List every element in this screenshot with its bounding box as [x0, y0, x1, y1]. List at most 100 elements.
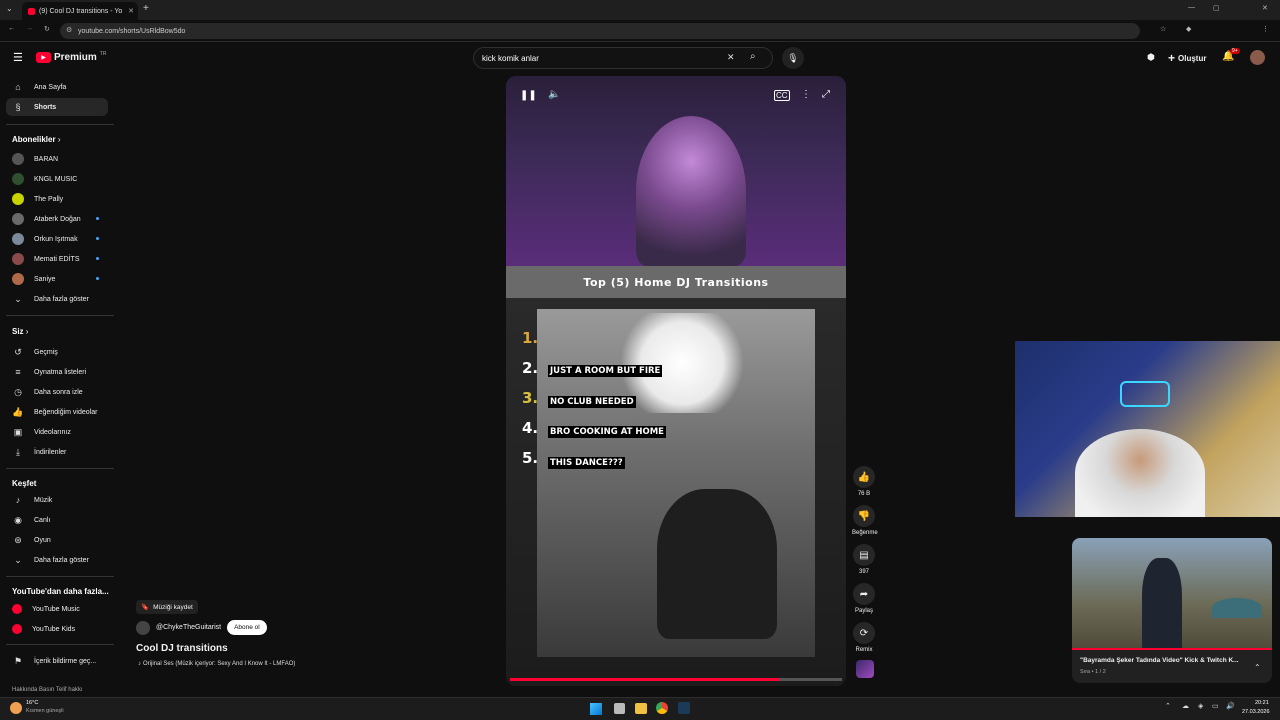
create-icon-left[interactable]: ⬢	[1147, 52, 1155, 63]
sidebar-item-subscription[interactable]: Orkun Işıtmak	[6, 230, 108, 248]
sidebar-item-subscription[interactable]: KNGL MUSIC	[6, 170, 108, 188]
network-icon[interactable]: ▭	[1212, 702, 1219, 710]
rank-caption: NO CLUB NEEDED	[548, 396, 636, 408]
tray-chevron-icon[interactable]: ⌃	[1165, 702, 1171, 710]
fullscreen-icon[interactable]: ⤢	[822, 89, 830, 100]
search-icon[interactable]: ⌕	[750, 51, 756, 62]
maximize-icon[interactable]: ▢	[1213, 4, 1220, 12]
bookmark-star-icon[interactable]: ☆	[1160, 25, 1166, 33]
mini-title[interactable]: "Bayramda Şeker Tadında Video" Kick & Tw…	[1080, 657, 1256, 664]
sidebar-show-more[interactable]: ⌄ Daha fazla göster	[6, 551, 108, 569]
clear-search-icon[interactable]: ✕	[727, 52, 735, 63]
cloud-icon[interactable]: ☁	[1182, 702, 1189, 710]
sidebar-item-label: Saniye	[34, 275, 56, 283]
browser-tab[interactable]: (9) Cool DJ transitions - Yo ✕	[22, 2, 138, 20]
mini-player[interactable]: "Bayramda Şeker Tadında Video" Kick & Tw…	[1072, 538, 1272, 683]
more-options-icon[interactable]: ⋮	[801, 89, 811, 100]
sidebar-item-live[interactable]: ◉ Canlı	[6, 511, 108, 529]
sidebar-item-subscription[interactable]: Memati EDİTS	[6, 250, 108, 268]
speaker-icon[interactable]: 🔊	[1226, 702, 1235, 710]
window-close-icon[interactable]: ✕	[1262, 4, 1268, 12]
dislike-button[interactable]: 👎 Beğenme	[852, 505, 878, 536]
voice-search-icon[interactable]: 🎙	[782, 47, 804, 69]
sidebar-item-youtube-music[interactable]: YouTube Music	[6, 600, 108, 618]
new-tab-icon[interactable]: +	[143, 3, 149, 14]
tray-app-icon[interactable]: ◈	[1198, 702, 1203, 710]
sidebar-item-your-videos[interactable]: ▣ Videolarınız	[6, 423, 108, 441]
windows-start-icon[interactable]	[590, 703, 602, 715]
channel-name[interactable]: @ChykeTheGuitarist	[156, 624, 221, 631]
sidebar-item-subscription[interactable]: Ataberk Doğan	[6, 210, 108, 228]
weather-text: Kısmen güneşli	[26, 708, 64, 714]
sidebar-item-report[interactable]: ⚑ İçerik bildirme geç...	[6, 652, 108, 670]
save-music-button[interactable]: 🔖 Müziği kaydet	[136, 600, 198, 614]
sidebar-item-liked-videos[interactable]: 👍 Beğendiğim videolar	[6, 403, 108, 421]
sidebar-item-label: Ataberk Doğan	[34, 215, 81, 223]
youtube-masthead: ☰ ▶ Premium TR kick komik anlar ✕ ⌕ 🎙 ⬢ …	[0, 42, 1280, 74]
sidebar-item-playlists[interactable]: ≡ Oynatma listeleri	[6, 363, 108, 381]
sidebar-item-music[interactable]: ♪ Müzik	[6, 491, 108, 509]
browser-menu-icon[interactable]: ⋮	[1262, 25, 1269, 33]
subscribe-button[interactable]: Abone ol	[227, 620, 267, 635]
create-button[interactable]: + Oluştur	[1168, 50, 1206, 66]
tab-list-chevron-icon[interactable]: ⌄	[6, 4, 13, 13]
sidebar-item-label: İndirilenler	[34, 448, 67, 456]
avatar[interactable]	[1250, 50, 1265, 65]
sidebar-item-home[interactable]: ⌂ Ana Sayfa	[6, 78, 108, 96]
url-input[interactable]: ⚙ youtube.com/shorts/UsRldBow5do	[60, 23, 1140, 39]
sound-link[interactable]: ♪ Orijinal Ses (Müzik içeriyor: Sexy And …	[138, 661, 295, 667]
sidebar-item-downloads[interactable]: ⤓ İndirilenler	[6, 443, 108, 461]
remix-button[interactable]: ⟳ Remix	[852, 622, 876, 653]
sidebar-item-subscription[interactable]: Saniye	[6, 270, 108, 288]
chrome-icon[interactable]	[656, 702, 668, 714]
sidebar-item-subscription[interactable]: The Pally	[6, 190, 108, 208]
extension-icon[interactable]: ◆	[1186, 25, 1191, 33]
tab-close-icon[interactable]: ✕	[128, 7, 134, 15]
file-explorer-icon[interactable]	[635, 703, 647, 714]
youtube-kids-icon	[12, 624, 22, 634]
progress-fill	[510, 678, 779, 681]
shorts-video-player[interactable]: ❚❚ 🔈 CC ⋮ ⤢ Top (5) Home DJ Transitions …	[506, 76, 846, 686]
rank-number: 4.	[522, 419, 539, 437]
sidebar-item-history[interactable]: ↺ Geçmiş	[6, 343, 108, 361]
share-button[interactable]: ➦ Paylaş	[852, 583, 876, 614]
video-title[interactable]: Cool DJ transitions	[136, 643, 228, 654]
remix-icon: ⟳	[853, 622, 875, 644]
sidebar-item-label: Müzik	[34, 496, 53, 504]
sidebar-item-gaming[interactable]: ⊛ Oyun	[6, 531, 108, 549]
subscriptions-header[interactable]: Abonelikler ›	[12, 135, 60, 144]
volume-icon[interactable]: 🔈	[548, 89, 560, 100]
youtube-logo[interactable]: ▶ Premium TR	[36, 51, 106, 63]
sidebar-item-subscription[interactable]: BARAN	[6, 150, 108, 168]
comments-button[interactable]: ▤ 397	[852, 544, 876, 575]
clock-time[interactable]: 20:21	[1255, 700, 1269, 706]
reload-icon[interactable]: ↻	[44, 25, 50, 33]
sidebar-item-youtube-kids[interactable]: YouTube Kids	[6, 620, 108, 638]
weather-icon[interactable]	[10, 702, 22, 714]
sound-thumbnail[interactable]	[856, 660, 874, 678]
like-button[interactable]: 👍 76 B	[852, 466, 876, 497]
sidebar-show-more[interactable]: ⌄ Daha fazla göster	[6, 290, 108, 308]
pause-icon[interactable]: ❚❚	[520, 90, 537, 101]
captions-icon[interactable]: CC	[774, 90, 790, 101]
comment-count: 397	[858, 569, 869, 575]
channel-avatar[interactable]	[136, 620, 150, 635]
task-view-icon[interactable]	[614, 703, 625, 714]
minimize-icon[interactable]: —	[1188, 4, 1195, 11]
chevron-up-icon[interactable]: ⌃	[1254, 663, 1261, 672]
plus-icon: +	[1168, 51, 1176, 65]
video-progress-bar[interactable]	[510, 678, 842, 681]
you-header[interactable]: Siz ›	[12, 327, 28, 336]
menu-icon[interactable]: ☰	[13, 51, 23, 64]
explore-header: Keşfet	[12, 479, 37, 488]
sidebar-item-shorts[interactable]: § Shorts	[6, 98, 108, 116]
sidebar-item-watch-later[interactable]: ◷ Daha sonra izle	[6, 383, 108, 401]
footer-links[interactable]: Hakkında Basın Telif hakkı	[12, 687, 83, 693]
clock-date[interactable]: 27.03.2026	[1242, 709, 1270, 715]
back-icon[interactable]: ←	[8, 25, 15, 32]
steam-icon[interactable]	[678, 702, 690, 714]
tab-title: (9) Cool DJ transitions - Yo	[39, 7, 123, 15]
forward-icon[interactable]: →	[26, 25, 33, 32]
site-info-icon[interactable]: ⚙	[66, 26, 72, 34]
search-input[interactable]: kick komik anlar ✕ ⌕	[473, 47, 773, 69]
